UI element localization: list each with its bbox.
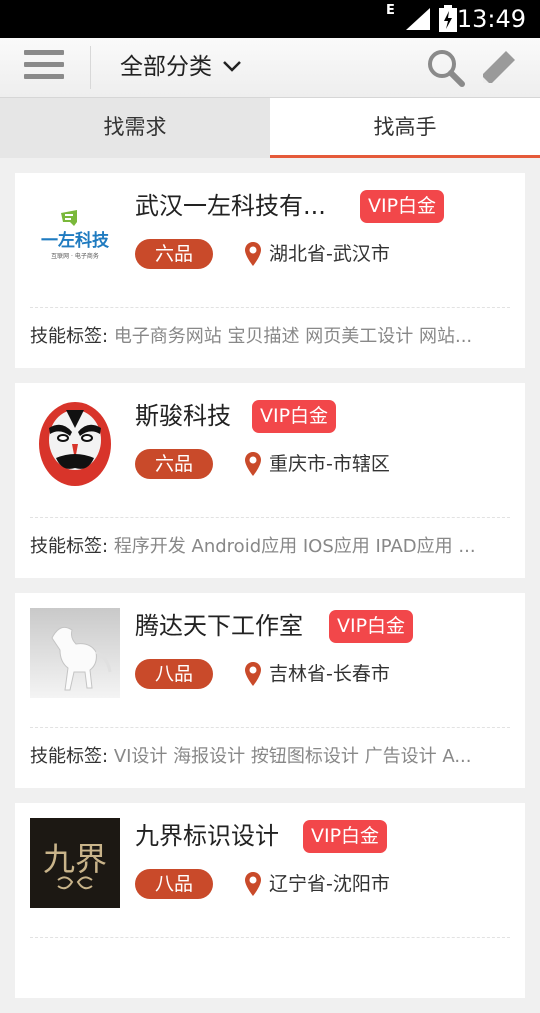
list-item[interactable]: 斯骏科技 VIP白金 六品 重庆市-市辖区 技能标签: 程序开发 Android… — [15, 383, 525, 578]
rank-badge: 八品 — [135, 659, 213, 689]
chevron-down-icon — [223, 60, 242, 72]
rank-badge: 六品 — [135, 239, 213, 269]
location-pin-icon — [245, 872, 261, 896]
divider — [30, 727, 510, 728]
skill-tags-value: 程序开发 Android应用 IOS应用 IPAD应用 ... — [113, 536, 476, 557]
edit-icon[interactable] — [480, 48, 518, 86]
app-bar: 全部分类 — [0, 38, 540, 98]
divider — [30, 517, 510, 518]
logo-text: 九界 — [43, 840, 107, 878]
company-logo: 九界 — [30, 818, 120, 908]
menu-button[interactable] — [24, 50, 64, 84]
skill-tags-label: 技能标签: — [30, 536, 109, 557]
menu-icon — [24, 50, 64, 55]
search-icon[interactable] — [426, 48, 466, 88]
expert-list: 一左科技 互联网 · 电子商务 武汉一左科技有... VIP白金 六品 湖北省-… — [15, 173, 525, 1013]
battery-icon — [439, 5, 457, 32]
location-pin-icon — [245, 452, 261, 476]
tab-find-demand[interactable]: 找需求 — [0, 98, 270, 158]
company-name: 斯骏科技 — [135, 402, 231, 430]
company-logo: 一左科技 互联网 · 电子商务 — [30, 188, 120, 278]
vip-badge: VIP白金 — [360, 190, 445, 223]
divider — [90, 46, 91, 89]
location-text: 辽宁省-沈阳市 — [269, 873, 390, 895]
tab-find-expert[interactable]: 找高手 — [270, 98, 540, 158]
company-name: 腾达天下工作室 — [135, 612, 303, 640]
status-bar: E 13:49 — [0, 0, 540, 38]
divider — [30, 937, 510, 938]
list-item[interactable]: 一左科技 互联网 · 电子商务 武汉一左科技有... VIP白金 六品 湖北省-… — [15, 173, 525, 368]
network-type: E — [386, 3, 395, 18]
skill-tags-label: 技能标签: — [30, 746, 109, 767]
location-pin-icon — [245, 662, 261, 686]
location-text: 重庆市-市辖区 — [269, 453, 390, 475]
rank-badge: 六品 — [135, 449, 213, 479]
list-item[interactable]: 九界 九界标识设计 VIP白金 八品 辽宁省-沈阳市 — [15, 803, 525, 998]
clock: 13:49 — [456, 5, 526, 33]
vip-badge: VIP白金 — [252, 400, 337, 433]
vip-badge: VIP白金 — [303, 820, 388, 853]
skill-tags: 技能标签: 程序开发 Android应用 IOS应用 IPAD应用 ... — [30, 533, 518, 561]
rank-badge: 八品 — [135, 869, 213, 899]
company-logo — [30, 608, 120, 698]
tab-bar: 找需求 找高手 — [0, 98, 540, 158]
signal-icon — [406, 8, 430, 30]
category-label: 全部分类 — [120, 54, 212, 80]
skill-tags: 技能标签: VI设计 海报设计 按钮图标设计 广告设计 A... — [30, 743, 518, 771]
vip-badge: VIP白金 — [329, 610, 414, 643]
skill-tags-value: 电子商务网站 宝贝描述 网页美工设计 网站... — [113, 326, 473, 347]
skill-tags: 技能标签: 电子商务网站 宝贝描述 网页美工设计 网站... — [30, 323, 518, 351]
location-text: 湖北省-武汉市 — [269, 243, 390, 265]
list-item[interactable]: 腾达天下工作室 VIP白金 八品 吉林省-长春市 技能标签: VI设计 海报设计… — [15, 593, 525, 788]
logo-subtext: 互联网 · 电子商务 — [51, 252, 99, 260]
location-text: 吉林省-长春市 — [269, 663, 390, 685]
company-name: 九界标识设计 — [135, 822, 279, 850]
category-dropdown[interactable]: 全部分类 — [120, 50, 243, 84]
company-name: 武汉一左科技有... — [135, 192, 326, 220]
company-logo — [30, 398, 120, 488]
divider — [30, 307, 510, 308]
skill-tags-value: VI设计 海报设计 按钮图标设计 广告设计 A... — [113, 746, 472, 767]
skill-tags-label: 技能标签: — [30, 326, 109, 347]
logo-text: 一左科技 — [41, 230, 110, 251]
location-pin-icon — [245, 242, 261, 266]
